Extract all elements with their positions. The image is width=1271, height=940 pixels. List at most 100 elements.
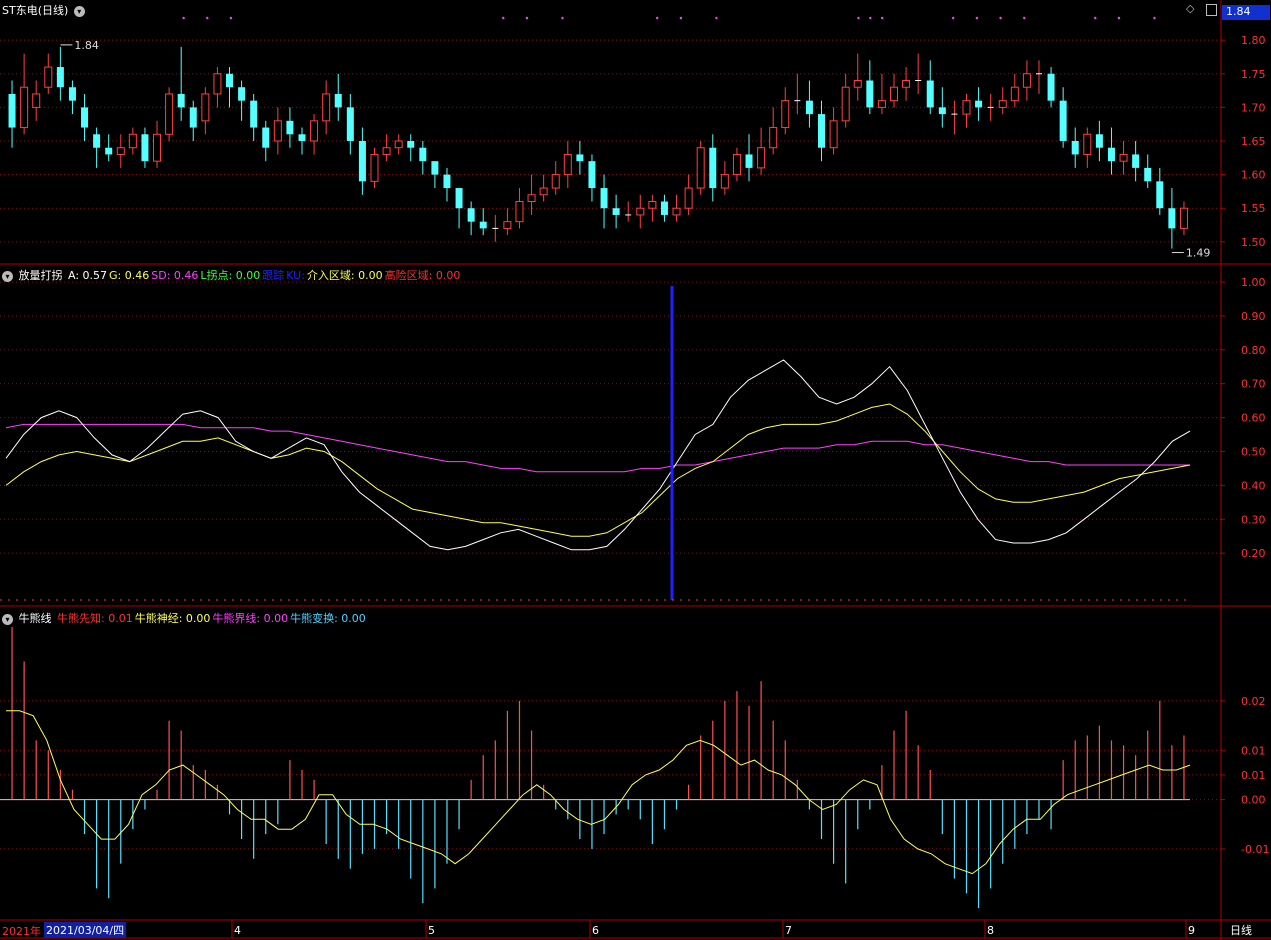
signal-dot — [869, 16, 872, 20]
candle-up — [153, 133, 162, 162]
indicator-tick-label: 0.80 — [1241, 344, 1266, 357]
candle-down — [346, 107, 354, 141]
candle-up — [32, 93, 41, 108]
candle-up — [322, 93, 331, 122]
settings-circle-icon[interactable]: ▾ — [2, 614, 13, 625]
candle-up — [44, 66, 53, 88]
candle-down — [226, 73, 234, 88]
candle-up — [962, 100, 971, 115]
period-tab[interactable]: 日线 — [1230, 922, 1252, 938]
candle-down — [660, 201, 668, 215]
candle-down — [479, 221, 487, 229]
indicator-tick-label: 0.20 — [1241, 547, 1266, 560]
candle-down — [105, 147, 113, 155]
candle-up — [998, 100, 1007, 108]
indicator-tick-label: 0.30 — [1241, 513, 1266, 526]
panel1-header: ST东电(日线) ▾ — [2, 2, 87, 18]
legend-item: L拐点: 0.00 — [200, 269, 261, 282]
candle-down — [709, 147, 717, 189]
indicator-tick-label: 0.70 — [1241, 378, 1266, 391]
signal-dot — [656, 16, 659, 20]
candle-up — [382, 147, 391, 155]
signal-dot — [880, 16, 884, 20]
candle-down — [407, 141, 415, 148]
candle-up — [877, 100, 886, 108]
candle-up — [769, 127, 778, 149]
candle-down — [926, 80, 934, 108]
candle-up — [515, 201, 524, 223]
candle-down — [455, 188, 463, 209]
candle-down — [1144, 167, 1152, 182]
candle-up — [394, 140, 403, 149]
candle-down — [68, 87, 76, 101]
candle-up — [539, 187, 548, 196]
candle-up — [829, 120, 838, 149]
candle-down — [600, 188, 608, 209]
candle-down — [262, 127, 270, 148]
signal-dot — [952, 16, 955, 20]
stock-title[interactable]: ST东电(日线) — [2, 4, 68, 17]
signal-dot — [1117, 16, 1121, 20]
signal-dot — [1094, 16, 1097, 20]
candle-down — [298, 134, 306, 141]
chart-canvas[interactable]: 1.80 1.75 1.70 1.65 1.60 1.55 1.50 1.84 1.49 1.00… — [0, 0, 1271, 940]
bull-tick-label: 0.01 — [1241, 769, 1266, 782]
candle-up — [720, 174, 729, 189]
candle-down — [938, 107, 946, 115]
indicator-tick-label: 0.60 — [1241, 412, 1266, 425]
high-marker-label: 1.84 — [74, 39, 99, 52]
indicator-name: 牛熊线 — [18, 612, 52, 625]
price-tick-label: 1.55 — [1241, 202, 1266, 215]
month-label: 7 — [785, 924, 792, 937]
candle-up — [527, 194, 536, 202]
candle-up — [757, 147, 766, 169]
candle-down — [56, 67, 64, 88]
candle-up — [841, 86, 850, 122]
panel3-header: ▾ 牛熊线 牛熊先知: 0.01 牛熊神经: 0.00 牛熊界线: 0.00 牛熊变换… — [2, 610, 368, 626]
bull-tick-label: -0.01 — [1241, 843, 1269, 856]
candle-down — [334, 93, 342, 108]
candle-up — [20, 86, 29, 129]
signal-dot — [999, 16, 1002, 20]
candle-up — [684, 187, 693, 209]
series-line-A — [5, 359, 1191, 551]
candle-up — [1179, 207, 1188, 229]
diamond-icon[interactable]: ◇ — [1186, 2, 1194, 15]
window-icon[interactable] — [1206, 4, 1217, 16]
candle-down — [975, 100, 983, 108]
candle-up — [165, 93, 174, 135]
candle-up — [370, 153, 379, 182]
indicator-tick-label: 0.50 — [1241, 445, 1266, 458]
candle-up — [636, 207, 645, 216]
series-line-G — [5, 403, 1191, 537]
candle-up — [672, 207, 681, 216]
candle-down — [189, 107, 197, 128]
chevron-down-icon[interactable]: ▾ — [73, 6, 85, 17]
price-tick-label: 1.60 — [1241, 169, 1266, 182]
candle-down — [81, 107, 89, 128]
candle-down — [588, 161, 596, 189]
indicator-tick-label: 0.40 — [1241, 479, 1266, 492]
signal-dot — [502, 16, 505, 20]
signal-dot — [561, 16, 564, 20]
price-tick-label: 1.65 — [1241, 135, 1266, 148]
candle-down — [141, 134, 149, 162]
candle-up — [551, 174, 560, 189]
candle-down — [866, 80, 874, 108]
bull-tick-label: 0.02 — [1241, 695, 1266, 708]
candle-up — [213, 73, 222, 95]
candle-up — [1119, 153, 1128, 162]
candle-up — [902, 80, 911, 88]
indicator-name: 放量打拐 — [18, 269, 63, 282]
settings-circle-icon[interactable]: ▾ — [2, 271, 13, 282]
candle-down — [576, 154, 584, 162]
candle-up — [273, 120, 282, 142]
candle-down — [1095, 134, 1103, 148]
candle-down — [1071, 141, 1079, 155]
month-label: 4 — [234, 924, 241, 937]
legend-item: G: 0.46 — [109, 269, 150, 282]
candle-down — [1156, 181, 1164, 209]
legend-item: 高险区域: 0.00 — [384, 269, 461, 282]
candle-down — [1168, 208, 1176, 229]
legend-item: 牛熊先知: 0.01 — [57, 612, 133, 625]
